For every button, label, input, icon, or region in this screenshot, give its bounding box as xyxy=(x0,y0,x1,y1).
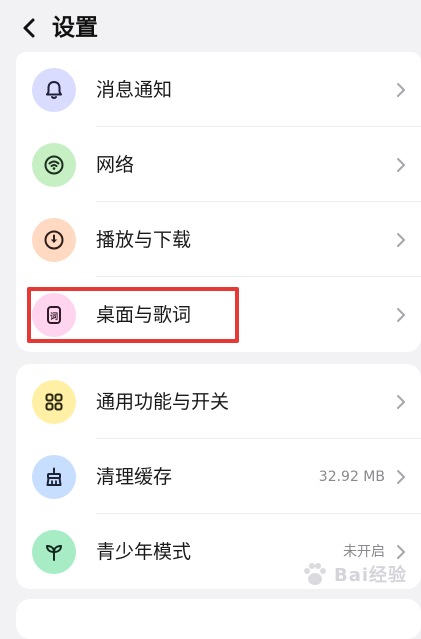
cache-size-value: 32.92 MB xyxy=(318,468,385,485)
grid-icon xyxy=(45,393,63,410)
general-icon-bg xyxy=(32,379,76,424)
playback-icon-bg xyxy=(32,217,76,262)
lyrics-icon: 词 xyxy=(47,305,61,324)
chevron-right-icon xyxy=(395,232,407,248)
chevron-left-icon xyxy=(23,18,35,38)
chevron-right-icon xyxy=(395,82,407,98)
watermark-text: Bai经验 xyxy=(334,565,408,586)
chevron-right-icon xyxy=(395,307,407,323)
notifications-icon-bg xyxy=(32,67,76,112)
teen-icon-bg xyxy=(32,529,76,574)
row-desktop-lyrics[interactable]: 词 桌面与歌词 xyxy=(16,277,421,352)
sprout-icon xyxy=(46,544,62,561)
header-bar: 设置 xyxy=(0,0,421,56)
row-label: 通用功能与开关 xyxy=(96,390,230,413)
row-label: 消息通知 xyxy=(96,78,173,101)
row-notifications[interactable]: 消息通知 xyxy=(16,52,421,127)
settings-group-3 xyxy=(16,599,421,639)
network-icon-bg xyxy=(32,142,76,187)
svg-text:词: 词 xyxy=(50,312,58,321)
row-playback-download[interactable]: 播放与下载 xyxy=(16,202,421,277)
watermark: Bai经验 xyxy=(300,552,410,596)
download-circle-icon xyxy=(44,230,64,249)
row-general-features[interactable]: 通用功能与开关 xyxy=(16,364,421,439)
paw-logo-icon xyxy=(304,563,326,585)
wifi-icon xyxy=(44,155,64,174)
row-label: 青少年模式 xyxy=(96,540,192,563)
lyrics-icon-bg: 词 xyxy=(32,292,76,337)
bell-icon xyxy=(46,80,62,99)
row-label: 播放与下载 xyxy=(96,228,192,251)
row-label: 桌面与歌词 xyxy=(96,303,192,326)
back-button[interactable] xyxy=(18,16,40,40)
broom-icon xyxy=(46,467,62,486)
chevron-right-icon xyxy=(395,469,407,485)
row-label: 清理缓存 xyxy=(96,465,173,488)
row-network[interactable]: 网络 xyxy=(16,127,421,202)
chevron-right-icon xyxy=(395,157,407,173)
chevron-right-icon xyxy=(395,394,407,410)
settings-group-1: 消息通知 网络 播放与下载 词 桌面与歌词 xyxy=(16,52,421,352)
page-title: 设置 xyxy=(52,15,98,41)
row-label: 网络 xyxy=(96,153,135,176)
cache-icon-bg xyxy=(32,454,76,499)
row-clear-cache[interactable]: 清理缓存 32.92 MB xyxy=(16,439,421,514)
